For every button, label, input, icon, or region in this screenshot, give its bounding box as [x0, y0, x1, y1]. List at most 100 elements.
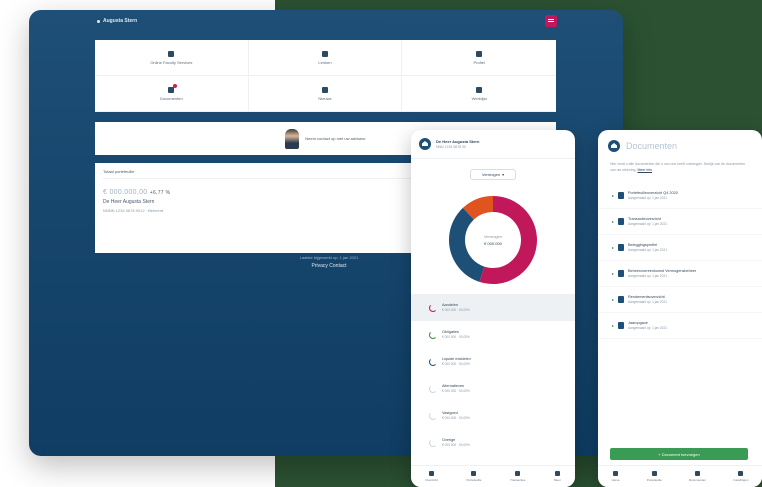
file-icon	[618, 244, 625, 252]
tab-item[interactable]: Meer	[554, 471, 561, 482]
holding-row[interactable]: Aandelen € 000.000 · 00,00%	[411, 294, 575, 321]
document-name: Jaaropgave	[628, 321, 648, 326]
tab-item[interactable]: Instellingen	[733, 471, 748, 482]
menu-button[interactable]	[545, 15, 557, 27]
holding-name: Overige	[442, 438, 456, 442]
user-icon	[476, 50, 483, 57]
document-name: Beleggingsprofiel	[628, 243, 658, 248]
file-icon	[618, 218, 625, 226]
tab-item[interactable]: Home	[612, 471, 620, 482]
document-date: Aangemaakt op: 1 jan 2021	[628, 248, 668, 253]
document-row[interactable]: ▸ Beheerovereenkomst Vermogensbeheer Aan…	[598, 261, 762, 288]
tab-label: Instellingen	[733, 478, 749, 482]
tile-label: Lenken	[318, 59, 332, 65]
holding-value: € 000.000 · 00,00%	[442, 389, 470, 393]
chevron-right-icon: ▸	[612, 193, 615, 199]
account-name: De Heer Augusta Stern	[436, 139, 480, 144]
holding-value: € 000.000 · 00,00%	[442, 416, 470, 420]
tile-online-services[interactable]: Online Faculty Services	[95, 40, 249, 76]
holding-row[interactable]: Alternatieven € 000.000 · 00,00%	[411, 375, 575, 402]
pie-icon	[651, 471, 657, 476]
tile-label: Nieuws	[318, 95, 332, 101]
pie-icon	[471, 471, 477, 476]
home-logo-icon[interactable]	[608, 140, 620, 152]
add-document-button[interactable]: + Document toevoegen	[610, 448, 748, 460]
bottom-tab-bar: Home Portefeuille Documenten Instellinge…	[598, 465, 762, 487]
chevron-right-icon: ▸	[612, 271, 615, 277]
advisor-avatar	[285, 128, 300, 149]
document-row[interactable]: ▸ Transactieoverzicht Aangemaakt op: 1 j…	[598, 209, 762, 236]
tab-item[interactable]: Overzicht	[425, 471, 438, 482]
document-row[interactable]: ▸ Portefeuilleoverzicht Q4 2020 Aangemaa…	[598, 183, 762, 210]
user-icon	[97, 19, 100, 23]
footer-links[interactable]: Privacy Contact	[259, 263, 399, 269]
allocation-arc-icon	[429, 438, 437, 447]
chevron-right-icon: ▸	[612, 297, 615, 303]
holding-name: Obligaties	[442, 330, 459, 334]
dashboard-footer: Laatste bijgewerkt op: 1 jan 2021 Privac…	[259, 255, 399, 269]
holding-row[interactable]: Liquide middelen € 000.000 · 00,00%	[411, 348, 575, 375]
chevron-right-icon: ▸	[612, 245, 615, 251]
donut-center-label: Vermogen	[484, 234, 502, 239]
news-icon	[321, 86, 328, 93]
chevron-right-icon: ▸	[612, 323, 615, 329]
allocation-arc-icon	[429, 303, 437, 312]
document-row[interactable]: ▸ Beleggingsprofiel Aangemaakt op: 1 jan…	[598, 235, 762, 262]
document-icon	[168, 83, 178, 93]
tile-label: Documenten	[159, 95, 183, 101]
allocation-arc-icon	[429, 330, 437, 339]
list-icon	[476, 86, 483, 93]
document-row[interactable]: ▸ Rendementsoverzicht Aangemaakt op: 1 j…	[598, 287, 762, 314]
tab-label: Meer	[553, 478, 561, 482]
tile-lenken[interactable]: Lenken	[248, 40, 403, 76]
document-name: Portefeuilleoverzicht Q4 2020	[628, 191, 678, 196]
tab-item[interactable]: Documenten	[689, 471, 706, 482]
tab-label: Overzicht	[425, 478, 438, 482]
tile-label: Werklijst	[471, 95, 487, 101]
tile-nieuws[interactable]: Nieuws	[248, 76, 403, 112]
tab-item[interactable]: Portefeuille	[466, 471, 481, 482]
amount-change: +6,77 %	[149, 190, 171, 196]
user-header[interactable]: Augusta Stern	[97, 18, 137, 24]
phone-documents: Documenten Hier vindt u alle documenten …	[598, 130, 762, 487]
intro-link[interactable]: Meer info	[637, 168, 652, 172]
documents-header: Documenten	[598, 130, 762, 158]
allocation-donut[interactable]: Vermogen € 000.000	[447, 194, 539, 286]
view-dropdown[interactable]: Vermogen ▾	[470, 169, 516, 180]
settings-icon	[738, 471, 744, 476]
tiles-grid: Online Faculty Services Lenken Profiel D…	[95, 40, 556, 112]
donut-segment[interactable]	[449, 207, 485, 282]
home-icon	[613, 471, 619, 476]
holding-row[interactable]: Vastgoed € 000.000 · 00,00%	[411, 402, 575, 429]
tab-item[interactable]: Transacties	[510, 471, 525, 482]
document-date: Aangemaakt op: 1 jan 2021	[628, 300, 668, 305]
document-date: Aangemaakt op: 1 jan 2021	[628, 326, 668, 331]
tile-werklijst[interactable]: Werklijst	[402, 76, 556, 112]
tile-documenten[interactable]: Documenten	[95, 76, 249, 112]
tile-profiel[interactable]: Profiel	[402, 40, 556, 76]
tab-label: Documenten	[689, 478, 707, 482]
tab-item[interactable]: Portefeuille	[647, 471, 662, 482]
holding-row[interactable]: Overige € 000.000 · 00,00%	[411, 429, 575, 456]
document-name: Rendementsoverzicht	[628, 295, 665, 300]
file-icon	[618, 296, 625, 304]
phone-header: De Heer Augusta Stern NNN 1234 5678 90	[411, 130, 575, 159]
documents-title: Documenten	[626, 141, 678, 151]
home-icon	[429, 471, 435, 476]
building-icon	[168, 50, 175, 57]
donut-center-value: € 000.000	[484, 241, 503, 246]
home-logo-icon[interactable]	[419, 138, 431, 150]
document-date: Aangemaakt op: 1 jan 2021	[628, 196, 668, 201]
file-icon	[618, 322, 625, 330]
holding-value: € 000.000 · 00,00%	[442, 362, 470, 366]
holdings-list: Aandelen € 000.000 · 00,00% Obligaties €…	[411, 294, 575, 456]
user-name: Augusta Stern	[103, 18, 138, 24]
document-name: Beheerovereenkomst Vermogensbeheer	[628, 269, 697, 274]
document-date: Aangemaakt op: 1 jan 2021	[628, 274, 668, 279]
document-row[interactable]: ▸ Jaaropgave Aangemaakt op: 1 jan 2021	[598, 313, 762, 340]
holding-row[interactable]: Obligaties € 000.000 · 00,00%	[411, 321, 575, 348]
holding-name: Aandelen	[442, 303, 459, 307]
tab-label: Transacties	[509, 478, 526, 482]
document-icon	[695, 471, 700, 476]
documents-intro: Hier vindt u alle documenten die u van o…	[598, 158, 762, 173]
